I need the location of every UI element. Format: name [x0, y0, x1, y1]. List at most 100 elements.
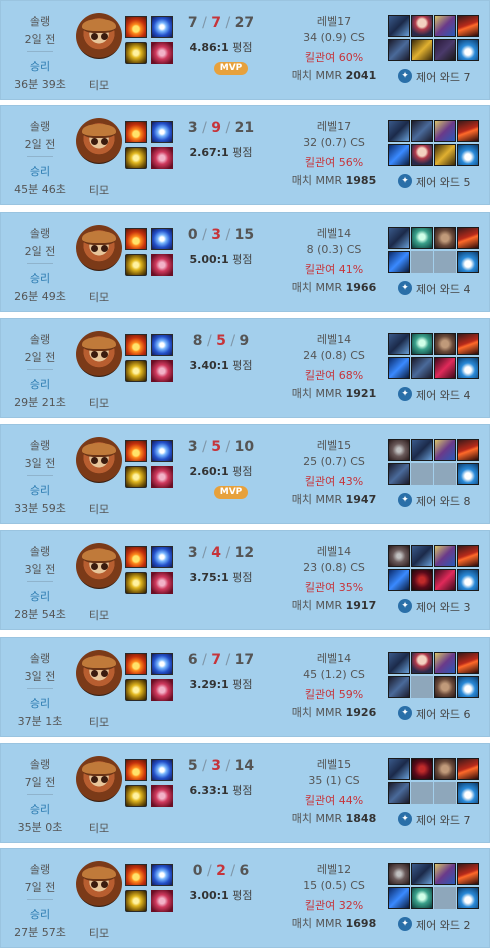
- item-icon[interactable]: [388, 569, 410, 591]
- ignite-spell-icon[interactable]: [125, 759, 147, 781]
- keystone-rune-icon[interactable]: [125, 679, 147, 701]
- match-row[interactable]: 솔랭 3일 전 승리 33분 59초 티모 3 / 5 / 10 2.60:1 평점 MVP 레…: [0, 424, 490, 524]
- item-icon[interactable]: [388, 758, 410, 780]
- item-icon[interactable]: [434, 439, 456, 461]
- item-icon[interactable]: [434, 676, 456, 698]
- match-row[interactable]: 솔랭 7일 전 승리 35분 0초 티모 5 / 3 / 14 6.33:1 평점 레벨15 3…: [0, 743, 490, 843]
- champion-portrait[interactable]: [76, 437, 122, 483]
- item-icon[interactable]: [434, 357, 456, 379]
- item-icon[interactable]: [411, 887, 433, 909]
- item-icon[interactable]: [434, 227, 456, 249]
- item-icon[interactable]: [388, 357, 410, 379]
- item-icon[interactable]: [411, 15, 433, 37]
- item-icon[interactable]: [457, 39, 479, 61]
- item-icon[interactable]: [457, 463, 479, 485]
- match-row[interactable]: 솔랭 2일 전 승리 26분 49초 티모 0 / 3 / 15 5.00:1 평점 레벨14…: [0, 212, 490, 312]
- champion-portrait[interactable]: [76, 650, 122, 696]
- item-icon[interactable]: [434, 652, 456, 674]
- item-icon[interactable]: [388, 439, 410, 461]
- item-icon[interactable]: [388, 15, 410, 37]
- item-icon[interactable]: [457, 887, 479, 909]
- item-icon[interactable]: [411, 39, 433, 61]
- item-icon[interactable]: [411, 569, 433, 591]
- item-icon[interactable]: [457, 251, 479, 273]
- ignite-spell-icon[interactable]: [125, 16, 147, 38]
- champion-portrait[interactable]: [76, 861, 122, 907]
- item-icon[interactable]: [434, 39, 456, 61]
- item-icon[interactable]: [457, 676, 479, 698]
- champion-portrait[interactable]: [76, 225, 122, 271]
- keystone-rune-icon[interactable]: [125, 147, 147, 169]
- keystone-rune-icon[interactable]: [125, 785, 147, 807]
- item-icon[interactable]: [388, 333, 410, 355]
- item-icon[interactable]: [411, 333, 433, 355]
- item-icon[interactable]: [434, 144, 456, 166]
- item-icon[interactable]: [434, 863, 456, 885]
- ignite-spell-icon[interactable]: [125, 334, 147, 356]
- item-icon[interactable]: [388, 144, 410, 166]
- item-icon[interactable]: [388, 227, 410, 249]
- champion-portrait[interactable]: [76, 13, 122, 59]
- item-icon[interactable]: [388, 39, 410, 61]
- item-icon[interactable]: [411, 545, 433, 567]
- item-icon[interactable]: [457, 439, 479, 461]
- champion-portrait[interactable]: [76, 543, 122, 589]
- item-icon[interactable]: [457, 15, 479, 37]
- item-icon[interactable]: [411, 357, 433, 379]
- keystone-rune-icon[interactable]: [125, 466, 147, 488]
- item-icon[interactable]: [388, 120, 410, 142]
- ignite-spell-icon[interactable]: [125, 228, 147, 250]
- ignite-spell-icon[interactable]: [125, 653, 147, 675]
- item-icon[interactable]: [434, 758, 456, 780]
- match-row[interactable]: 솔랭 3일 전 승리 28분 54초 티모 3 / 4 / 12 3.75:1 평점 레벨14…: [0, 530, 490, 630]
- champion-portrait[interactable]: [76, 756, 122, 802]
- item-icon[interactable]: [388, 887, 410, 909]
- ignite-spell-icon[interactable]: [125, 546, 147, 568]
- item-icon[interactable]: [388, 545, 410, 567]
- item-icon[interactable]: [457, 120, 479, 142]
- champion-portrait[interactable]: [76, 331, 122, 377]
- item-icon[interactable]: [457, 545, 479, 567]
- item-icon[interactable]: [457, 782, 479, 804]
- item-icon[interactable]: [411, 120, 433, 142]
- item-icon[interactable]: [457, 758, 479, 780]
- item-icon[interactable]: [388, 463, 410, 485]
- item-icon[interactable]: [411, 439, 433, 461]
- keystone-rune-icon[interactable]: [125, 42, 147, 64]
- match-row[interactable]: 솔랭 3일 전 승리 37분 1초 티모 6 / 7 / 17 3.29:1 평점 레벨14 4…: [0, 637, 490, 737]
- item-icon[interactable]: [457, 863, 479, 885]
- item-icon[interactable]: [457, 652, 479, 674]
- item-icon[interactable]: [388, 652, 410, 674]
- item-icon[interactable]: [388, 863, 410, 885]
- item-icon[interactable]: [434, 120, 456, 142]
- item-icon[interactable]: [411, 863, 433, 885]
- item-icon[interactable]: [411, 144, 433, 166]
- item-icon[interactable]: [457, 227, 479, 249]
- keystone-rune-icon[interactable]: [125, 360, 147, 382]
- keystone-rune-icon[interactable]: [125, 572, 147, 594]
- match-row[interactable]: 솔랭 2일 전 승리 36분 39초 티모 7 / 7 / 27 4.86:1 평점 MVP 레…: [0, 0, 490, 100]
- item-icon[interactable]: [411, 227, 433, 249]
- keystone-rune-icon[interactable]: [125, 254, 147, 276]
- item-icon[interactable]: [411, 758, 433, 780]
- ignite-spell-icon[interactable]: [125, 121, 147, 143]
- item-icon[interactable]: [457, 144, 479, 166]
- item-icon[interactable]: [434, 545, 456, 567]
- match-row[interactable]: 솔랭 7일 전 승리 27분 57초 티모 0 / 2 / 6 3.00:1 평점 레벨12 1…: [0, 848, 490, 948]
- item-icon[interactable]: [457, 357, 479, 379]
- item-icon[interactable]: [434, 569, 456, 591]
- match-row[interactable]: 솔랭 2일 전 승리 45분 46초 티모 3 / 9 / 21 2.67:1 평점 레벨17…: [0, 105, 490, 205]
- match-row[interactable]: 솔랭 2일 전 승리 29분 21초 티모 8 / 5 / 9 3.40:1 평점 레벨14 2…: [0, 318, 490, 418]
- ignite-spell-icon[interactable]: [125, 864, 147, 886]
- item-icon[interactable]: [388, 251, 410, 273]
- item-icon[interactable]: [457, 569, 479, 591]
- item-icon[interactable]: [388, 782, 410, 804]
- ignite-spell-icon[interactable]: [125, 440, 147, 462]
- item-icon[interactable]: [434, 15, 456, 37]
- item-icon[interactable]: [434, 333, 456, 355]
- item-icon[interactable]: [457, 333, 479, 355]
- keystone-rune-icon[interactable]: [125, 890, 147, 912]
- item-icon[interactable]: [388, 676, 410, 698]
- champion-portrait[interactable]: [76, 118, 122, 164]
- item-icon[interactable]: [411, 652, 433, 674]
